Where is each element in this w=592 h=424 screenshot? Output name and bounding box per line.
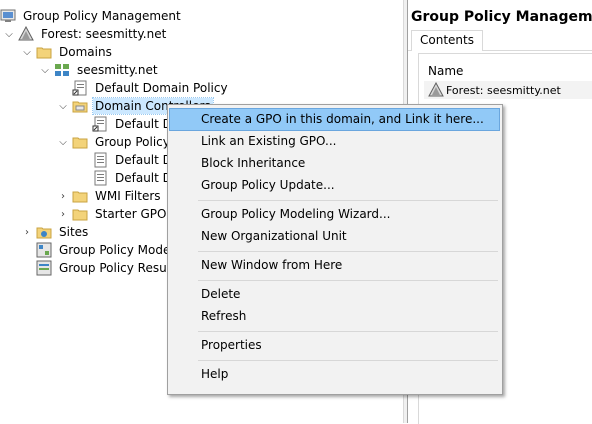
gpo-link-icon (72, 80, 88, 96)
chevron-down-icon[interactable]: ⌵ (2, 25, 16, 43)
chevron-right-icon[interactable]: › (56, 205, 70, 223)
menu-item-help[interactable]: Help (170, 364, 499, 385)
menu-item-delete[interactable]: Delete (170, 284, 499, 305)
chevron-down-icon[interactable]: ⌵ (20, 43, 34, 61)
chevron-down-icon[interactable]: ⌵ (56, 97, 70, 115)
tree-label-gp-default-2: Default D (115, 171, 172, 185)
menu-separator (198, 251, 498, 252)
tree-item-gp-default-2[interactable]: Default D (92, 169, 174, 187)
menu-item-modeling-wizard[interactable]: Group Policy Modeling Wizard... (170, 204, 499, 225)
folder-icon (72, 98, 88, 114)
tree-label-forest: Forest: seesmitty.net (41, 27, 167, 41)
tree-item-forest[interactable]: ⌵ Forest: seesmitty.net (2, 25, 168, 43)
tree-item-starter-gpos[interactable]: › Starter GPOs (56, 205, 175, 223)
folder-icon (72, 188, 88, 204)
menu-item-new-ou[interactable]: New Organizational Unit (170, 226, 499, 247)
gpo-link-icon (92, 116, 108, 132)
menu-item-new-window[interactable]: New Window from Here (170, 255, 499, 276)
tree-item-root[interactable]: Group Policy Management (0, 7, 183, 25)
tree-item-results[interactable]: Group Policy Results (36, 259, 183, 277)
menu-separator (198, 360, 498, 361)
domain-icon (54, 62, 70, 78)
menu-separator (198, 280, 498, 281)
chevron-right-icon[interactable]: › (56, 187, 70, 205)
menu-item-group-policy-update[interactable]: Group Policy Update... (170, 175, 499, 196)
tree-label-sites: Sites (59, 225, 89, 239)
menu-separator (198, 331, 498, 332)
tab-strip: Contents (408, 30, 592, 51)
tree-item-domains[interactable]: ⌵ Domains (20, 43, 114, 61)
sites-icon (36, 224, 52, 240)
modeling-icon (36, 242, 52, 258)
list-item[interactable]: Forest: seesmitty.net (424, 81, 592, 99)
tree-item-dc-default[interactable]: Default D (92, 115, 174, 133)
chevron-down-icon[interactable]: ⌵ (38, 61, 52, 79)
folder-icon (72, 206, 88, 222)
tree-label-modeling: Group Policy Modeli (59, 243, 178, 257)
tree-item-gp-default-1[interactable]: Default D (92, 151, 174, 169)
tree-item-group-policy[interactable]: ⌵ Group Policy (56, 133, 172, 151)
chevron-down-icon[interactable]: ⌵ (56, 133, 70, 151)
menu-item-create-gpo[interactable]: Create a GPO in this domain, and Link it… (169, 108, 500, 131)
menu-separator (198, 200, 498, 201)
list-item-label: Forest: seesmitty.net (446, 83, 561, 97)
group-policy-management-icon (0, 8, 16, 24)
results-icon (36, 260, 52, 276)
tree-item-wmi-filters[interactable]: › WMI Filters (56, 187, 163, 205)
folder-icon (72, 134, 88, 150)
gpo-icon (92, 152, 108, 168)
tab-contents[interactable]: Contents (411, 30, 483, 51)
tree-label-starter-gpos: Starter GPOs (95, 207, 173, 221)
tree-label-dc-default: Default D (115, 117, 172, 131)
results-pane-title: Group Policy Management (411, 9, 592, 25)
tree-label-root: Group Policy Management (23, 9, 181, 23)
tree-label-group-policy: Group Policy (95, 135, 170, 149)
forest-icon (18, 25, 34, 42)
tree-label-wmi-filters: WMI Filters (95, 189, 161, 203)
tree-label-default-domain-policy: Default Domain Policy (95, 81, 228, 95)
chevron-right-icon[interactable]: › (20, 223, 34, 241)
menu-item-properties[interactable]: Properties (170, 335, 499, 356)
tree-item-domain[interactable]: ⌵ seesmitty.net (38, 61, 160, 79)
menu-item-refresh[interactable]: Refresh (170, 306, 499, 327)
tree-item-sites[interactable]: › Sites (20, 223, 90, 241)
tree-label-results: Group Policy Results (59, 261, 182, 275)
tree-label-gp-default-1: Default D (115, 153, 172, 167)
tree-item-modeling[interactable]: Group Policy Modeli (36, 241, 179, 259)
folder-icon (36, 44, 52, 60)
menu-item-block-inheritance[interactable]: Block Inheritance (170, 153, 499, 174)
forest-icon (428, 81, 444, 98)
context-menu: Create a GPO in this domain, and Link it… (167, 104, 503, 395)
gpo-icon (92, 170, 108, 186)
tree-label-domain: seesmitty.net (77, 63, 158, 77)
column-header-name[interactable]: Name (428, 64, 463, 78)
tree-item-default-domain-policy[interactable]: Default Domain Policy (72, 79, 230, 97)
tree-label-domains: Domains (59, 45, 112, 59)
menu-item-link-existing-gpo[interactable]: Link an Existing GPO... (170, 131, 499, 152)
